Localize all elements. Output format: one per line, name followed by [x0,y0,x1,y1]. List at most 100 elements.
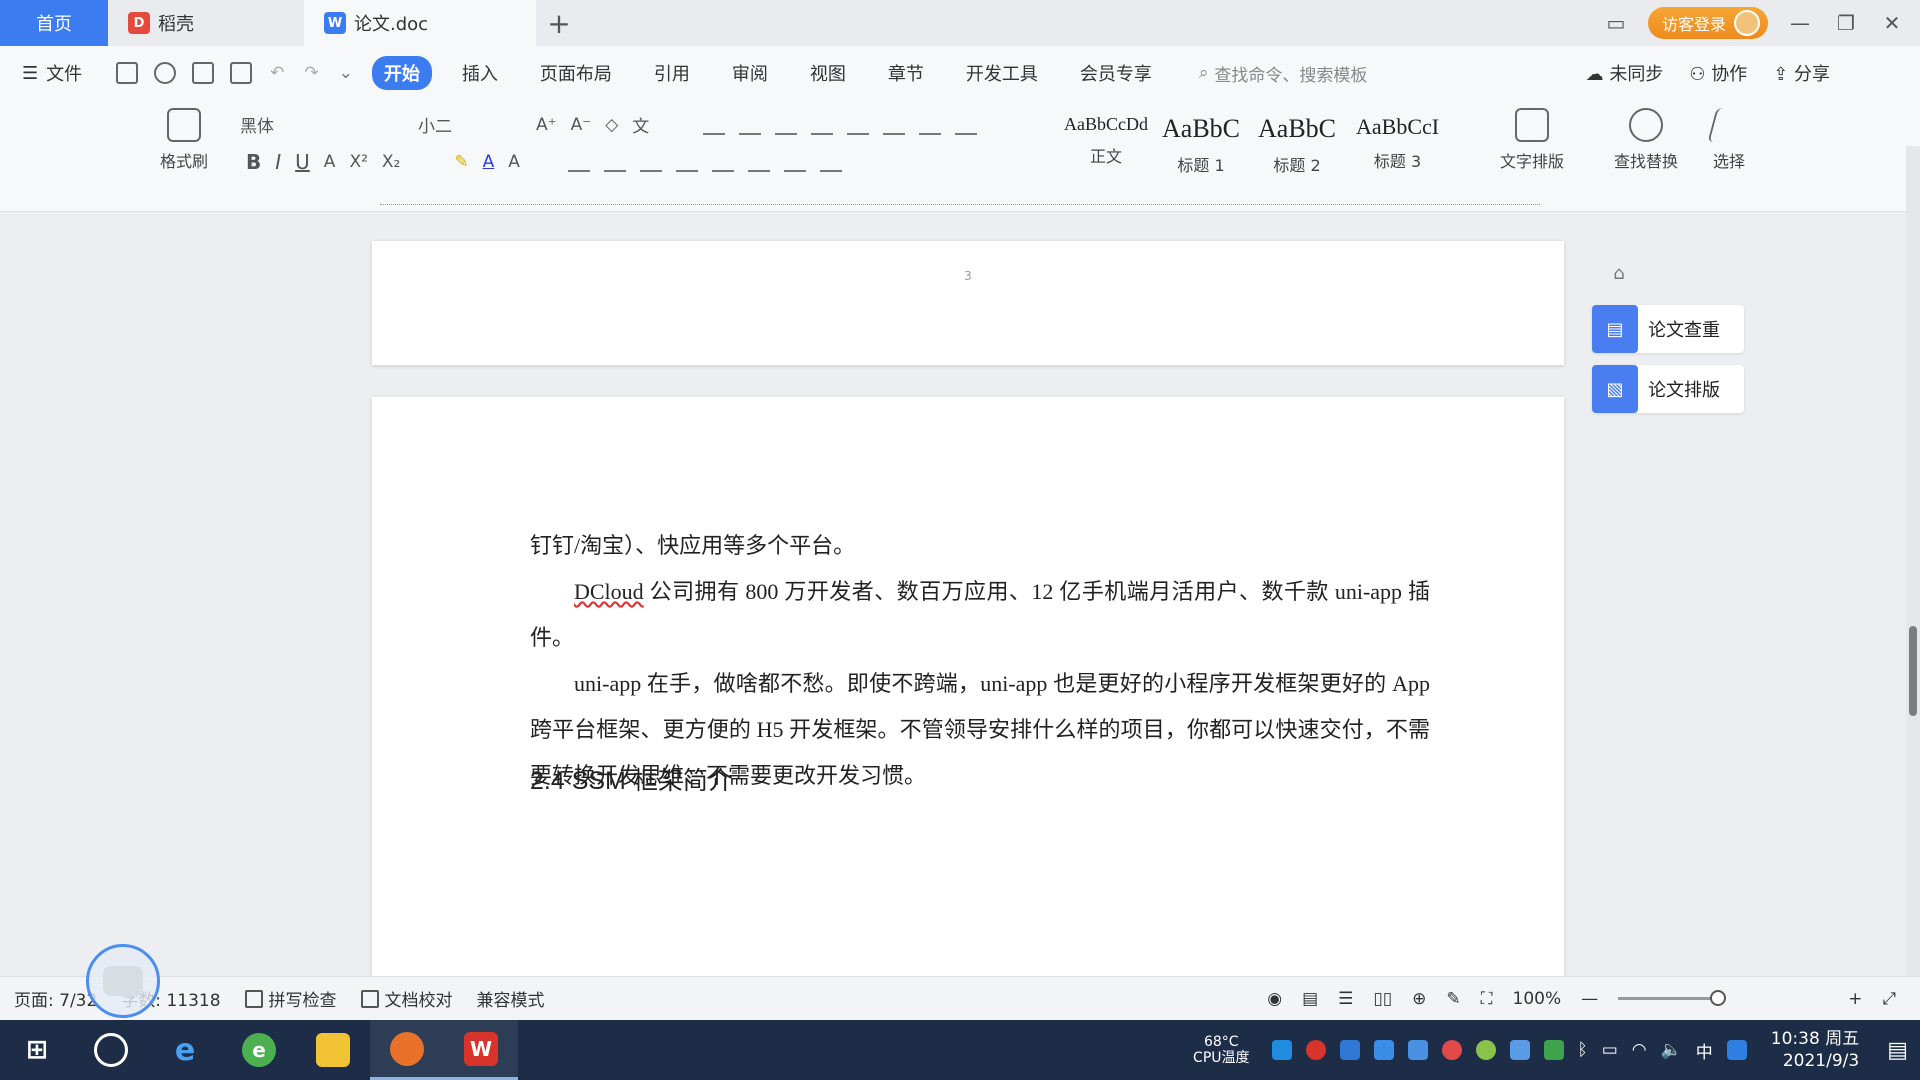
taskbar-app-explorer[interactable] [296,1020,370,1080]
chinese-layout-icon[interactable] [847,115,870,135]
taskbar-app-fan[interactable] [74,1020,148,1080]
close-button[interactable]: ✕ [1878,11,1906,35]
ime-indicator[interactable]: 中 [1696,1038,1713,1063]
tray-antivirus-icon[interactable] [1305,1040,1326,1060]
menu-view[interactable]: 视图 [798,56,858,90]
shading-icon[interactable] [783,152,806,172]
minimize-button[interactable]: — [1786,11,1814,35]
restore-button[interactable]: ❐ [1832,11,1860,35]
char-border-icon[interactable]: A [508,152,520,172]
fit-page-icon[interactable]: ⛶ [1481,989,1493,1009]
current-page[interactable]: 钉钉/淘宝）、快应用等多个平台。 DCloud 公司拥有 800 万开发者、数百… [372,397,1564,997]
shrink-font-icon[interactable]: A⁻ [571,115,592,135]
notification-icon[interactable]: ▤ [1887,1038,1908,1063]
align-left-icon[interactable] [567,152,590,172]
text-layout-button[interactable]: 文字排版 [1500,108,1564,172]
floating-assistant[interactable] [86,944,160,1018]
tray-shield-icon[interactable] [1339,1040,1360,1060]
spell-check-toggle[interactable]: 拼写检查 [244,986,337,1011]
fullscreen-icon[interactable]: ⤢ [1882,989,1896,1009]
login-button[interactable]: 访客登录 [1647,7,1768,39]
tray-cloud-icon[interactable] [1373,1040,1394,1060]
zoom-slider-knob[interactable] [1710,990,1727,1006]
tray-green-icon[interactable] [1475,1040,1496,1060]
tab-home[interactable]: 首页 [0,0,108,46]
superscript-button[interactable]: X² [349,152,367,172]
write-view-icon[interactable]: ✎ [1446,989,1460,1009]
share-button[interactable]: ⇪ 分享 [1773,60,1830,86]
paper-check-button[interactable]: ▤ 论文查重 [1592,305,1744,353]
format-painter-button[interactable]: 格式刷 [160,108,208,172]
undo-icon[interactable]: ↶ [270,63,284,83]
sync-button[interactable]: ☁ 未同步 [1586,60,1664,86]
bluetooth-icon[interactable]: ᛒ [1578,1040,1588,1060]
strikethrough-button[interactable]: A [324,152,336,172]
bullet-list-icon[interactable] [703,115,726,135]
tray-nvidia-icon[interactable] [1543,1040,1564,1060]
proofread-button[interactable]: 文档校对 [360,986,453,1011]
menu-developer[interactable]: 开发工具 [954,56,1050,90]
zoom-in-icon[interactable]: + [1848,989,1862,1009]
vertical-scrollbar[interactable] [1906,146,1920,976]
increase-indent-icon[interactable] [811,115,834,135]
show-marks-icon[interactable] [919,115,942,135]
menu-member[interactable]: 会员专享 [1068,56,1164,90]
menu-references[interactable]: 引用 [642,56,702,90]
page-view-icon[interactable]: ▤ [1302,989,1318,1009]
tray-virus-icon[interactable] [1441,1040,1462,1060]
redo-icon[interactable]: ↷ [304,63,318,83]
grow-font-icon[interactable]: A⁺ [536,115,557,135]
collapse-icon[interactable]: ⌂ [1608,263,1630,285]
zoom-slider[interactable] [1618,990,1727,1006]
italic-button[interactable]: I [275,150,281,174]
bold-button[interactable]: B [246,150,261,174]
font-size-select[interactable]: 小二 [418,112,452,137]
taskbar-app-ie[interactable]: e [148,1020,222,1080]
tray-qq-icon[interactable] [1726,1040,1747,1060]
export-icon[interactable] [154,62,177,84]
wifi-icon[interactable]: ◠ [1632,1040,1647,1060]
style-heading-3[interactable]: AaBbCcI 标题 3 [1356,114,1439,172]
phonetic-icon[interactable]: 文 [632,112,649,137]
body-text[interactable]: 钉钉/淘宝）、快应用等多个平台。 DCloud 公司拥有 800 万开发者、数百… [530,523,1430,799]
menu-insert[interactable]: 插入 [450,56,510,90]
chevron-down-icon[interactable]: ⌄ [339,63,353,83]
decrease-indent-icon[interactable] [775,115,798,135]
print-preview-icon[interactable] [230,62,253,84]
style-heading-1[interactable]: AaBbC 标题 1 [1162,114,1240,176]
save-icon[interactable] [116,62,139,84]
border-icon[interactable] [819,152,842,172]
command-search[interactable]: ⌕ 查找命令、搜索模板 [1199,61,1368,86]
taskbar-app-wps[interactable]: W [444,1020,518,1080]
line-spacing-icon[interactable] [747,152,770,172]
file-menu[interactable]: ☰ 文件 [22,60,82,86]
table-icon[interactable] [955,115,978,135]
align-right-icon[interactable] [639,152,662,172]
taskbar-app-browser[interactable]: e [222,1020,296,1080]
page-indicator[interactable]: 页面: 7/32 [14,986,97,1011]
zoom-out-icon[interactable]: — [1581,989,1598,1009]
font-color-icon[interactable]: A [483,152,495,172]
clear-format-icon[interactable]: ◇ [605,115,618,135]
cpu-monitor[interactable]: 68°C CPU温度 [1193,1034,1249,1066]
start-button[interactable]: ⊞ [0,1020,74,1080]
web-view-icon[interactable]: ⊕ [1412,989,1426,1009]
layout-icon[interactable]: ▭ [1602,11,1630,35]
menu-section[interactable]: 章节 [876,56,936,90]
tab-document[interactable]: W 论文.doc [304,0,536,46]
outline-view-icon[interactable]: ☰ [1338,989,1353,1009]
scroll-thumb[interactable] [1909,626,1917,716]
subscript-button[interactable]: X₂ [382,152,400,172]
justify-icon[interactable] [675,152,698,172]
taskbar-app-game[interactable] [370,1020,444,1080]
tray-app-icon[interactable] [1271,1040,1292,1060]
collab-button[interactable]: ⚇ 协作 [1689,60,1747,86]
eye-protect-icon[interactable]: ◉ [1267,989,1282,1009]
find-replace-button[interactable]: 查找替换 [1614,108,1678,172]
style-normal[interactable]: AaBbCcDd 正文 [1064,114,1148,167]
tray-blue-icon[interactable] [1509,1040,1530,1060]
distribute-icon[interactable] [711,152,734,172]
underline-button[interactable]: U [295,150,310,174]
read-view-icon[interactable]: ▯▯ [1373,989,1392,1009]
menu-review[interactable]: 审阅 [720,56,780,90]
